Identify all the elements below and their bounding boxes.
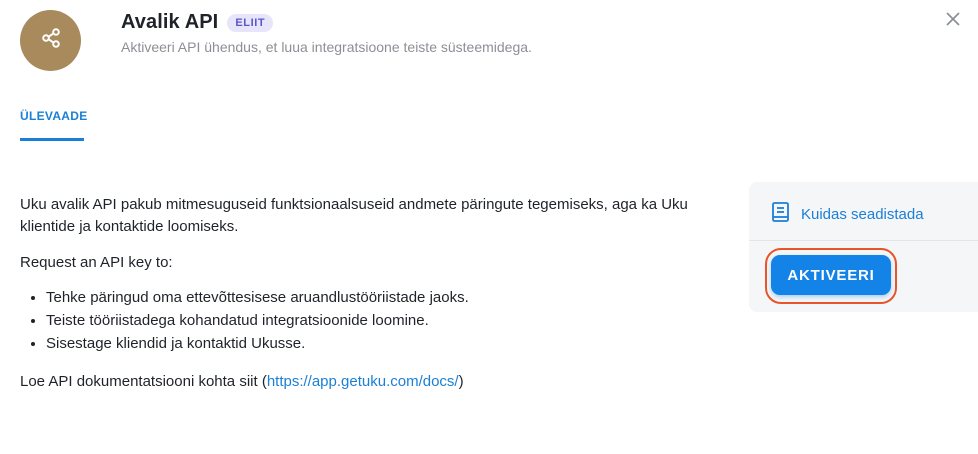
list-item: Tehke päringud oma ettevõttesisese aruan… [46, 286, 720, 309]
activate-button[interactable]: AKTIVEERI [771, 255, 891, 295]
feature-list: Tehke päringud oma ettevõttesisese aruan… [20, 286, 720, 355]
docs-prefix: Loe API dokumentatsiooni kohta siit ( [20, 373, 267, 390]
intro-text: Uku avalik API pakub mitmesuguseid funkt… [20, 196, 688, 235]
plan-badge: ELIIT [227, 13, 274, 32]
setup-guide-label: Kuidas seadistada [801, 206, 924, 223]
close-icon [945, 11, 961, 32]
tab-active-indicator [20, 138, 84, 141]
divider [749, 240, 978, 241]
share-icon [39, 26, 63, 55]
book-icon [771, 201, 791, 228]
docs-suffix: ) [458, 373, 464, 390]
header-title-row: Avalik API ELIIT [121, 11, 274, 34]
page-title: Avalik API [121, 11, 219, 33]
setup-guide-link[interactable]: Kuidas seadistada [771, 201, 924, 228]
list-item: Sisestage kliendid ja kontaktid Ukusse. [46, 332, 720, 355]
overview-content: Uku avalik API pakub mitmesuguseid funkt… [20, 194, 720, 393]
list-item: Teiste tööriistadega kohandatud integrat… [46, 309, 720, 332]
setup-panel: Kuidas seadistada AKTIVEERI [749, 182, 978, 312]
tab-overview[interactable]: ÜLEVAADE [20, 109, 88, 123]
integration-avatar [20, 10, 81, 71]
request-text: Request an API key to: [20, 254, 173, 271]
docs-link[interactable]: https://app.getuku.com/docs/ [267, 373, 459, 390]
page-subtitle: Aktiveeri API ühendus, et luua integrats… [121, 39, 532, 55]
docs-text: Loe API dokumentatsiooni kohta siit (htt… [20, 371, 720, 393]
close-button[interactable] [942, 10, 964, 32]
